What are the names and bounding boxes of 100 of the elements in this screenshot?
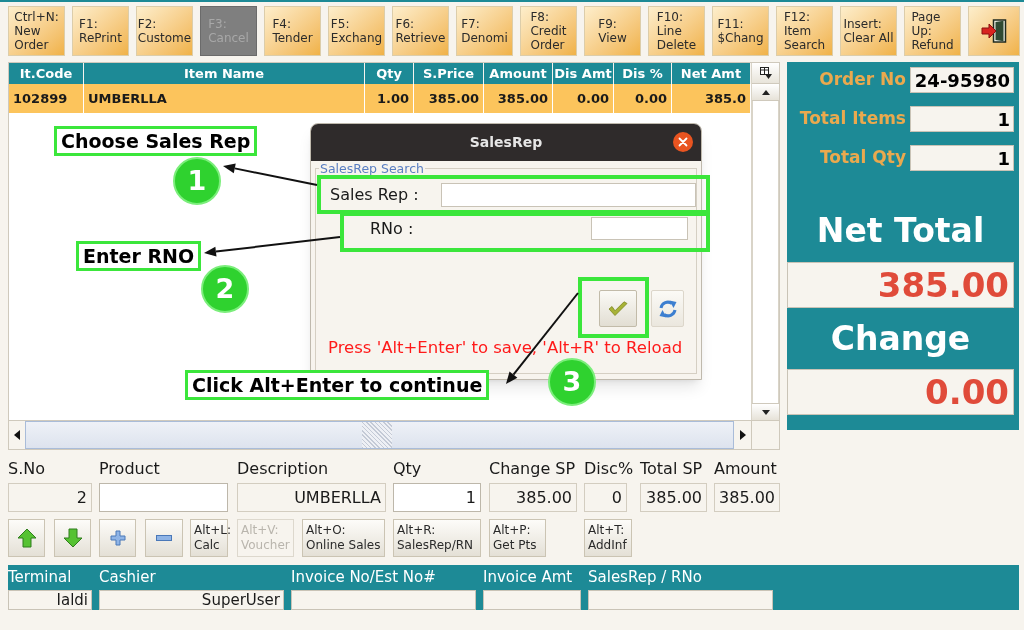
check-icon [608,300,628,317]
summary-field: 24-95980 [910,67,1014,93]
status-field[interactable]: SuperUser [99,590,284,610]
toolbar-button[interactable]: Insert: Clear All [840,6,897,56]
toolbar-button[interactable]: F7: Denomi [456,6,513,56]
field-label: Total SP [640,459,703,479]
column-header: It.Code [9,63,84,84]
status-field[interactable] [291,590,476,610]
column-header: S.Price [414,63,484,84]
refresh-icon [657,298,678,319]
minus-icon [156,535,172,541]
action-button[interactable]: Alt+L: Calc [190,519,228,557]
field-label: Terminal [8,567,72,588]
up-triangle-icon [761,89,770,95]
input-field[interactable]: 385.00 [714,483,780,512]
column-menu-button[interactable] [752,63,779,84]
input-field[interactable] [591,217,688,240]
field-label: Order No [819,68,906,92]
column-header: Item Name [84,63,365,84]
toolbar-button[interactable]: F5: Exchang [328,6,385,56]
field-label: Description [237,459,329,479]
table-cell: 385.00 [414,84,484,113]
callout-label: Enter RNO [76,241,202,271]
up-arrow-icon [16,528,37,548]
toolbar-button[interactable]: F9: View [584,6,641,56]
action-button[interactable]: Alt+O: Online Sales [302,519,385,557]
field-label: Product [99,459,160,479]
move-up-button[interactable] [8,519,45,557]
input-field[interactable]: 385.00 [640,483,707,512]
input-field[interactable]: 385.00 [489,483,577,512]
toolbar-button[interactable]: F10: Line Delete [648,6,705,56]
field-label: Total Qty [819,146,906,170]
dialog-title: SalesRep [469,133,543,152]
input-field[interactable]: 1 [393,483,481,512]
toolbar-button[interactable]: F8: Credit Order [520,6,577,56]
column-header: Dis Amt [553,63,614,84]
action-button[interactable]: Alt+T: AddInf [584,519,632,557]
toolbar-button[interactable]: F1: RePrint [72,6,129,56]
ok-button[interactable] [599,290,637,327]
toolbar-button[interactable]: Ctrl+N: New Order [8,6,65,56]
scroll-up-button[interactable] [752,84,779,101]
field-label: Sales Rep : [330,184,420,206]
table-row[interactable]: 102899 UMBERLLA 1.00 385.00 385.00 0.00 0.00 385.0 [9,84,751,113]
down-arrow-icon [62,528,83,548]
toolbar-button[interactable]: F12: Item Search [776,6,833,56]
field-label: Change SP [489,459,576,479]
field-label: Cashier [99,567,156,588]
toolbar-button[interactable]: F4: Tender [264,6,321,56]
scroll-down-button[interactable] [752,403,779,420]
input-field[interactable] [99,483,228,512]
callout-label: Choose Sales Rep [54,126,258,156]
left-triangle-icon [14,430,20,440]
field-label: Amount [714,459,777,479]
input-field[interactable] [441,183,696,207]
toolbar-button[interactable]: F11: $Chang [712,6,769,56]
field-label: RNo : [370,217,414,240]
group-title: SalesRep Search [319,162,425,175]
field-label: SalesRep / RNo [588,567,702,588]
callout-label: Click Alt+Enter to continue [185,370,490,400]
status-field[interactable] [588,590,773,610]
field-label: Disc% [584,459,634,479]
table-arrow-icon [759,67,772,79]
close-icon [678,137,688,147]
table-cell: UMBERLLA [84,84,365,113]
reload-button[interactable] [651,290,684,327]
close-button[interactable] [673,132,693,152]
input-field[interactable]: 2 [8,483,92,512]
total-value: 0.00 [787,369,1014,415]
field-label: Qty [393,459,422,479]
table-cell: 102899 [9,84,84,113]
toolbar-button[interactable]: Page Up: Refund [904,6,961,56]
table-cell: 0.00 [553,84,614,113]
summary-field: 1 [910,145,1014,171]
plus-icon [109,530,126,546]
action-button[interactable]: Alt+P: Get Pts [489,519,546,557]
move-down-button[interactable] [54,519,91,557]
highlight-frame [578,277,649,338]
action-button[interactable]: Alt+R: SalesRep/RN [393,519,481,557]
total-label: Net Total [816,211,985,251]
field-label: Total Items [799,107,906,131]
column-header: Qty [365,63,414,84]
field-label: S.No [8,459,45,479]
field-label: Invoice No/Est No# [291,567,436,588]
exit-button[interactable] [968,6,1020,56]
table-cell: 385.00 [484,84,553,113]
toolbar-button[interactable]: F6: Retrieve [392,6,449,56]
input-field[interactable]: UMBERLLA [237,483,386,512]
input-field[interactable]: 0 [584,483,627,512]
scroll-thumb[interactable] [362,422,392,448]
field-label: Invoice Amt [483,567,573,588]
column-header: Net Amt [672,63,751,84]
add-button[interactable] [99,519,136,557]
total-label: Change [830,319,971,359]
status-field[interactable]: Ialdi [8,590,92,610]
remove-button[interactable] [145,519,183,557]
toolbar-button[interactable]: F2: Custome [136,6,193,56]
column-header: Dis % [614,63,672,84]
status-field[interactable] [483,590,581,610]
summary-field: 1 [910,106,1014,132]
down-triangle-icon [761,409,770,415]
